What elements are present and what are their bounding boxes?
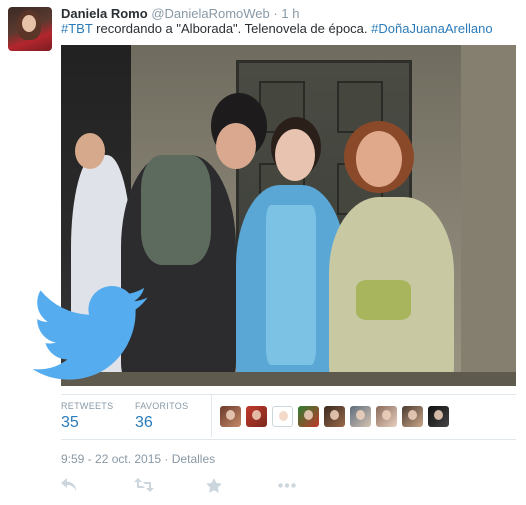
favoriter-avatar[interactable] xyxy=(272,406,293,427)
tweet-actions xyxy=(61,478,516,498)
author-avatar[interactable] xyxy=(8,7,52,51)
tweet-time[interactable]: 1 h xyxy=(281,6,299,21)
retweets-stat[interactable]: RETWEETS 35 xyxy=(61,401,113,432)
author-handle[interactable]: @DanielaRomoWeb xyxy=(151,6,269,21)
retweet-icon[interactable] xyxy=(134,478,154,496)
favorites-stat[interactable]: FAVORITOS 36 xyxy=(135,401,188,432)
tweet-timestamp[interactable]: 9:59 - 22 oct. 2015 xyxy=(61,452,161,466)
favoriter-avatar[interactable] xyxy=(298,406,319,427)
tweet-header: Daniela Romo @DanielaRomoWeb · 1 h xyxy=(61,5,518,22)
favoriter-avatar[interactable] xyxy=(376,406,397,427)
stats-bottom-divider xyxy=(61,439,516,440)
hashtag-donajuanaarellano[interactable]: #DoñaJuanaArellano xyxy=(371,21,492,36)
details-link[interactable]: Detalles xyxy=(172,452,215,466)
favorites-label: FAVORITOS xyxy=(135,401,189,411)
favoriter-avatar[interactable] xyxy=(402,406,423,427)
meta-separator: · xyxy=(164,452,169,466)
tweet-stats: RETWEETS 35 FAVORITOS 36 xyxy=(61,395,516,439)
author-name[interactable]: Daniela Romo xyxy=(61,6,148,21)
favoriter-avatar[interactable] xyxy=(220,406,241,427)
retweets-count: 35 xyxy=(61,414,79,431)
tweet-meta: 9:59 - 22 oct. 2015 · Detalles xyxy=(61,452,215,466)
star-icon[interactable] xyxy=(206,478,222,496)
retweets-label: RETWEETS xyxy=(61,401,114,411)
more-icon[interactable] xyxy=(278,483,296,501)
hashtag-tbt[interactable]: #TBT xyxy=(61,21,93,36)
reply-icon[interactable] xyxy=(61,478,77,496)
stats-top-divider xyxy=(61,394,516,395)
stats-divider xyxy=(211,395,212,437)
twitter-bird-icon xyxy=(30,285,150,382)
favoriter-avatar[interactable] xyxy=(350,406,371,427)
tweet-text: #TBT recordando a "Alborada". Telenovela… xyxy=(61,21,518,37)
favoriter-avatar[interactable] xyxy=(324,406,345,427)
tweet-body-text: recordando a "Alborada". Telenovela de é… xyxy=(92,21,372,36)
favoriter-avatar[interactable] xyxy=(246,406,267,427)
header-separator: · xyxy=(273,6,278,21)
favoriter-avatar[interactable] xyxy=(428,406,449,427)
favorites-count: 36 xyxy=(135,414,153,431)
